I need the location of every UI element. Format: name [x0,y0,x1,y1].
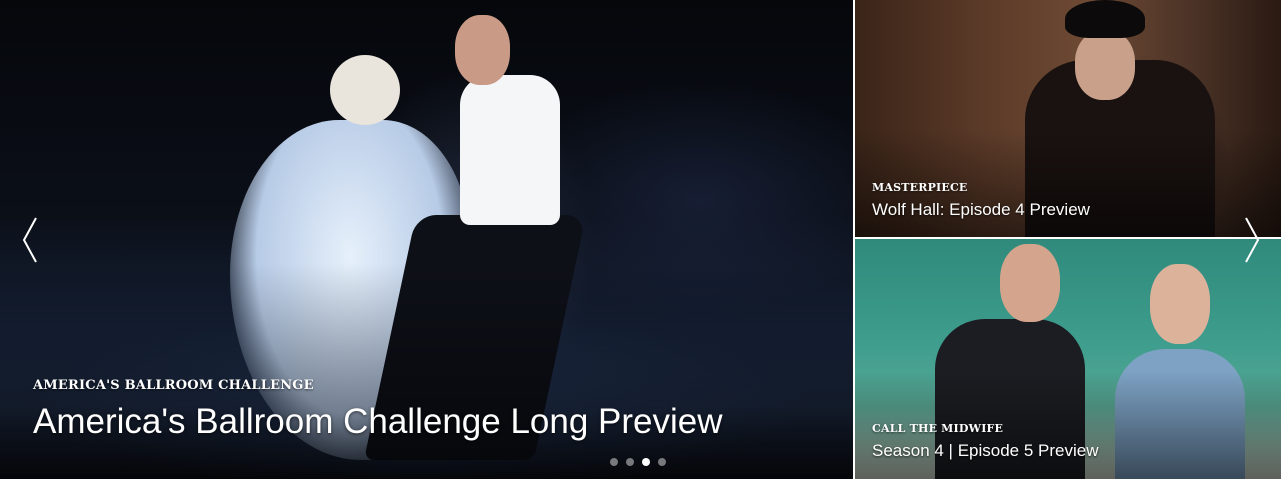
pagination-dots [610,458,666,466]
divider [855,237,1281,239]
prev-slide-button[interactable] [18,214,44,266]
chevron-right-icon [1245,217,1260,263]
show-label[interactable]: MASTERPIECE [872,181,968,194]
show-label[interactable]: CALL THE MIDWIFE [872,422,1003,435]
video-title[interactable]: America's Ballroom Challenge Long Previe… [33,402,723,442]
next-slide-button[interactable] [1238,214,1264,266]
side-slide-top[interactable]: MASTERPIECE Wolf Hall: Episode 4 Preview [855,0,1281,237]
slide-image-detail [1150,264,1210,344]
video-title[interactable]: Season 4 | Episode 5 Preview [872,440,1099,462]
divider [853,0,855,479]
slide-image-detail [1065,0,1145,38]
chevron-left-icon [22,217,37,263]
video-carousel: AMERICA'S BALLROOM CHALLENGE America's B… [0,0,1281,479]
pagination-dot[interactable] [610,458,618,466]
caption-gradient [0,263,853,479]
side-slide-bottom[interactable]: CALL THE MIDWIFE Season 4 | Episode 5 Pr… [855,239,1281,479]
slide-image-detail [1000,244,1060,322]
pagination-dot[interactable] [626,458,634,466]
slide-image-detail [460,75,560,225]
pagination-dot[interactable] [642,458,650,466]
main-slide[interactable]: AMERICA'S BALLROOM CHALLENGE America's B… [0,0,853,479]
slide-image-detail [455,15,510,85]
slide-image-detail [1075,30,1135,100]
pagination-dot[interactable] [658,458,666,466]
show-label[interactable]: AMERICA'S BALLROOM CHALLENGE [33,378,314,393]
video-title[interactable]: Wolf Hall: Episode 4 Preview [872,199,1090,221]
slide-image-detail [330,55,400,125]
